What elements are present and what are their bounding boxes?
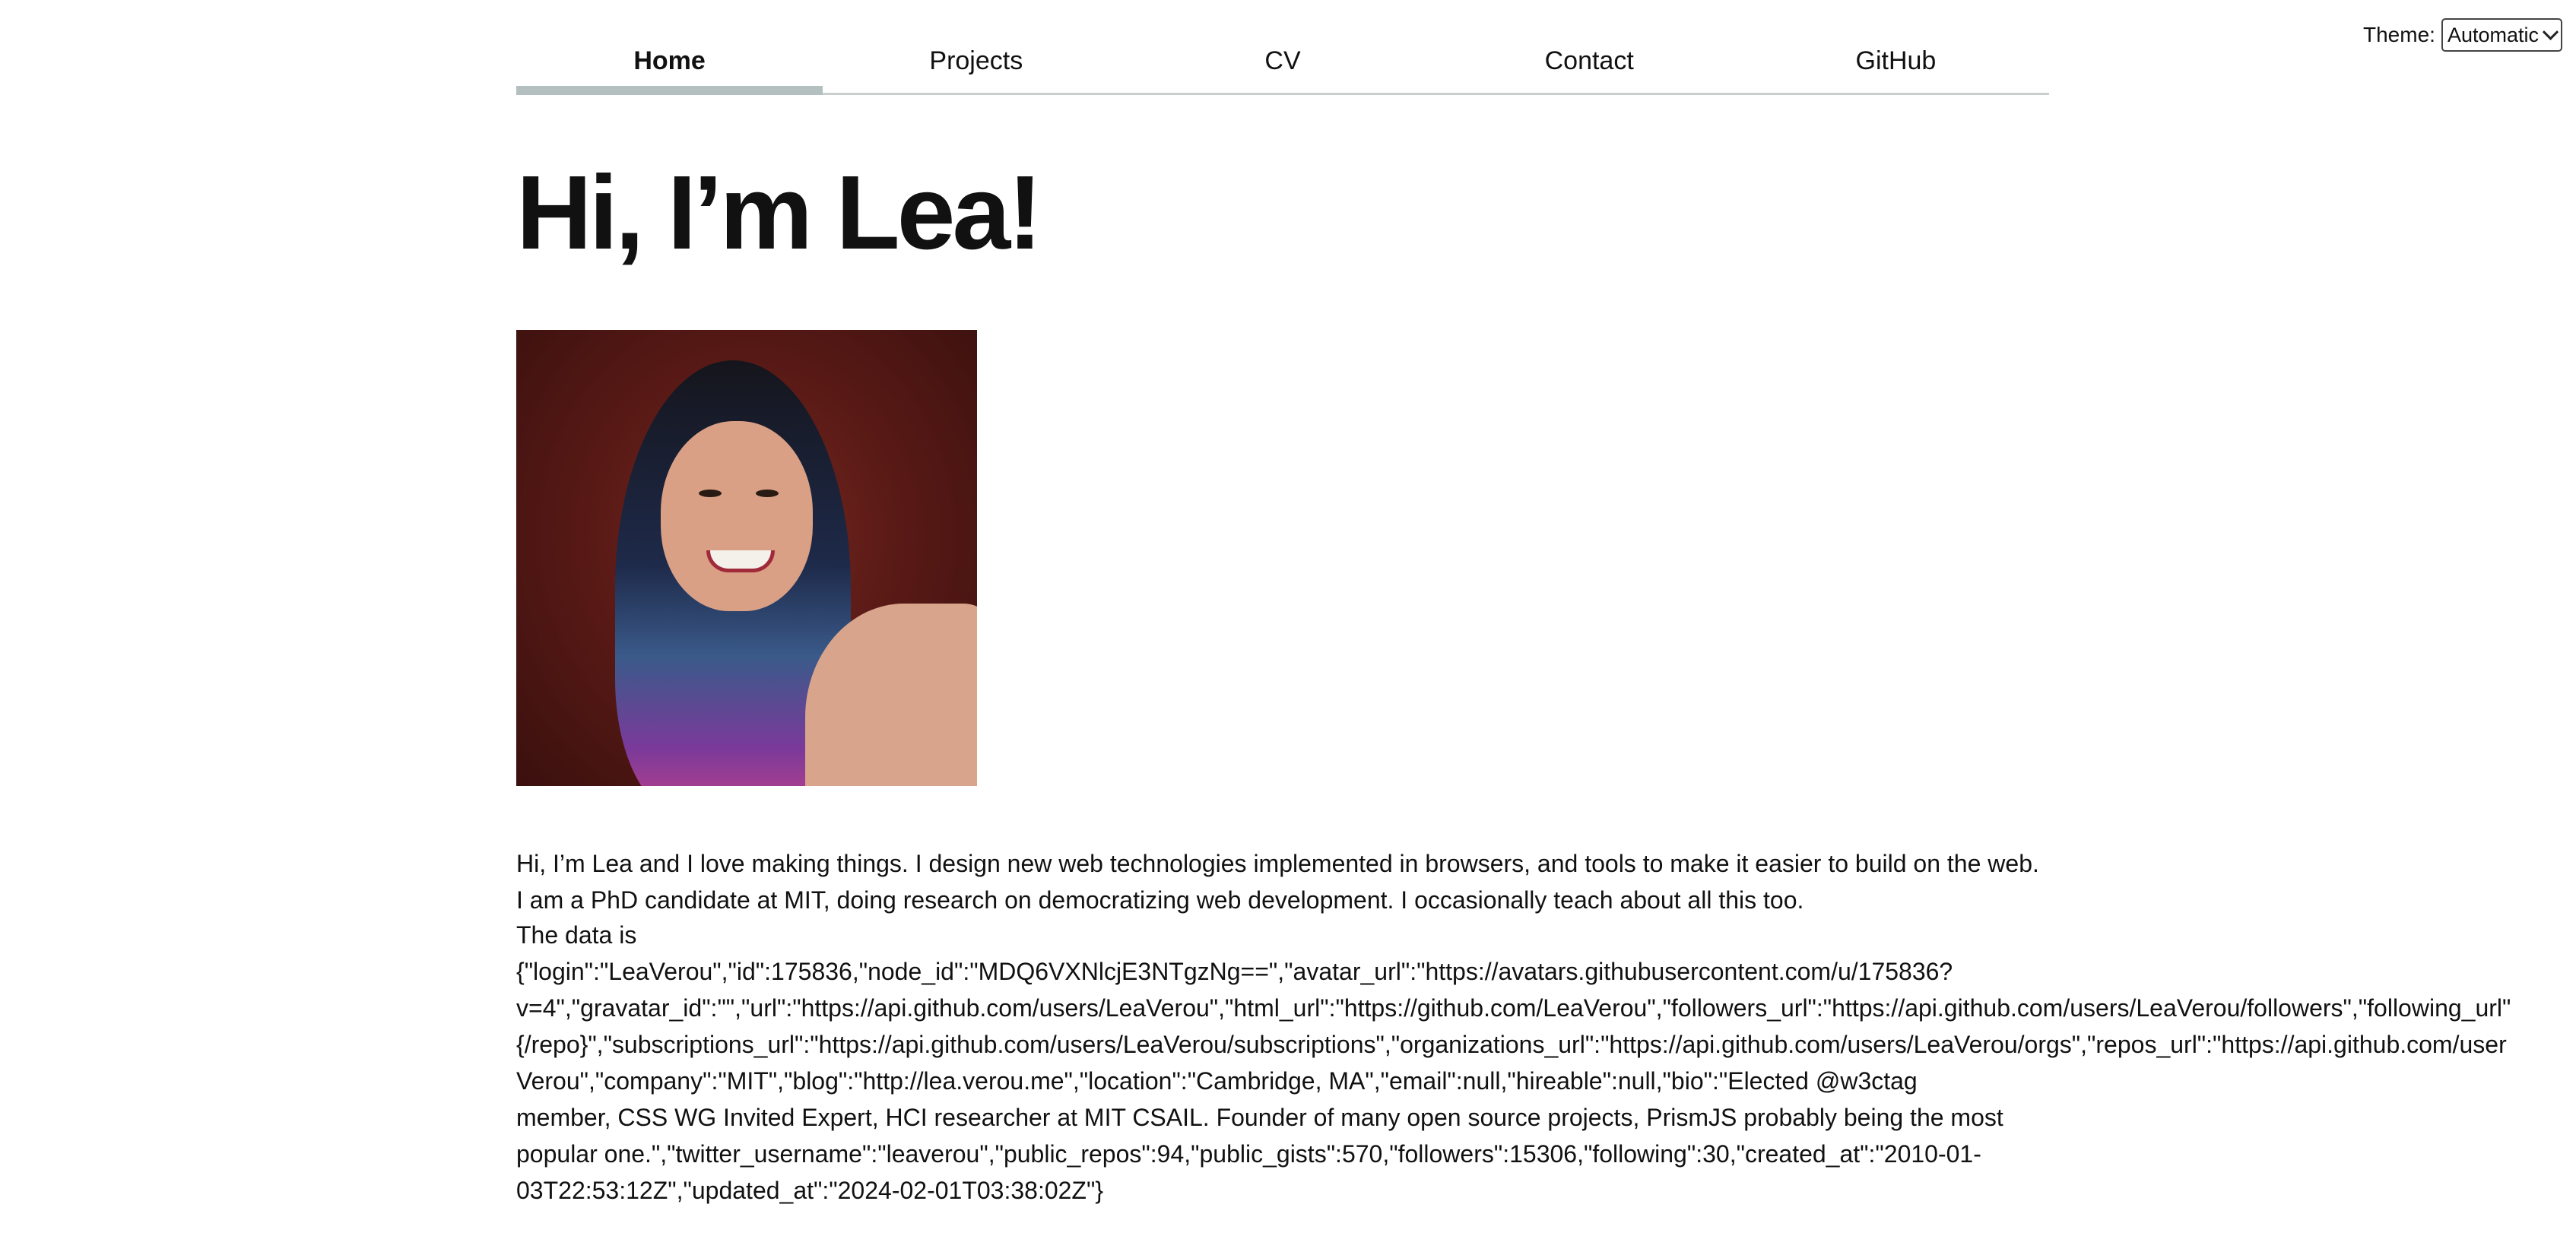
data-line: member, CSS WG Invited Expert, HCI resea… [516,1104,2003,1131]
nav-item-label: Home [633,46,706,75]
nav-item-home[interactable]: Home [516,43,823,95]
main-content: Hi, I’m Lea! Hi, I’m Lea and I love maki… [516,152,2511,1204]
data-line: v=4","gravatar_id":"","url":"https://api… [516,994,2511,1022]
data-line: Verou","company":"MIT","blog":"http://le… [516,1067,1918,1095]
theme-label: Theme: [2363,23,2435,46]
nav-item-github[interactable]: GitHub [1743,43,2049,93]
theme-select[interactable]: Automatic [2441,18,2562,52]
nav-item-contact[interactable]: Contact [1436,43,1743,93]
nav-item-label: Projects [929,46,1023,75]
data-line: {"login":"LeaVerou","id":175836,"node_id… [516,958,1953,985]
nav-item-cv[interactable]: CV [1129,43,1436,93]
photo-eye [756,490,779,497]
theme-select-value: Automatic [2447,23,2539,46]
github-data: The data is {"login":"LeaVerou","id":175… [516,917,2576,1209]
data-line: 03T22:53:12Z","updated_at":"2024-02-01T0… [516,1177,1104,1204]
data-label: The data is [516,921,637,949]
data-json: {"login":"LeaVerou","id":175836,"node_id… [516,953,2576,1209]
theme-switcher: Theme: Automatic [2363,18,2562,52]
page-title: Hi, I’m Lea! [516,154,1042,271]
nav-item-label: Contact [1544,46,1634,75]
nav-item-label: GitHub [1855,46,1937,75]
bio-paragraph: Hi, I’m Lea and I love making things. I … [516,850,2039,914]
profile-photo [516,330,977,786]
data-line: popular one.","twitter_username":"leaver… [516,1140,1981,1168]
photo-face [661,421,813,611]
main-nav: Home Projects CV Contact GitHub [516,43,2049,95]
data-line: {/repo}","subscriptions_url":"https://ap… [516,1031,2507,1058]
nav-item-label: CV [1264,46,1301,75]
chevron-down-icon [2542,24,2559,40]
photo-eye [699,490,722,497]
nav-item-projects[interactable]: Projects [823,43,1129,93]
